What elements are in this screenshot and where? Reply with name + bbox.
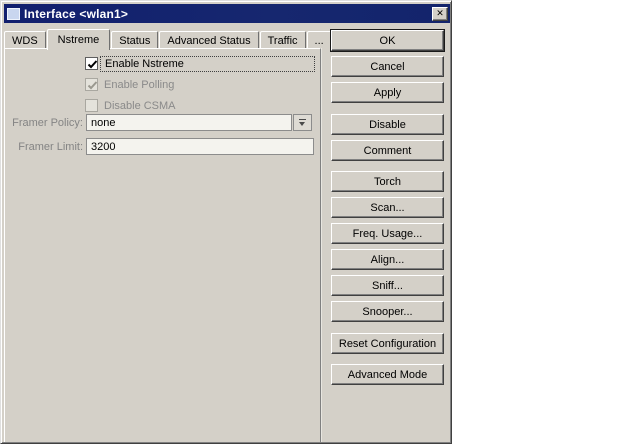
disable-button[interactable]: Disable xyxy=(331,114,444,135)
tab-label: Nstreme xyxy=(57,34,100,46)
torch-button[interactable]: Torch xyxy=(331,171,444,192)
enable-nstreme-checkbox[interactable] xyxy=(85,57,98,70)
sniff-button[interactable]: Sniff... xyxy=(331,275,444,296)
tab-nstreme[interactable]: Nstreme xyxy=(46,29,111,50)
cancel-button[interactable]: Cancel xyxy=(331,56,444,77)
framer-policy-dropdown[interactable]: none xyxy=(86,114,292,131)
tab-label: ... xyxy=(314,34,324,47)
tab-label: Advanced Status xyxy=(167,34,251,47)
close-button[interactable]: ✕ xyxy=(432,6,448,21)
checkmark-icon xyxy=(87,60,98,69)
tab-status[interactable]: Status xyxy=(111,31,159,49)
checkmark-icon xyxy=(87,81,98,90)
reset-configuration-button[interactable]: Reset Configuration xyxy=(331,333,444,354)
interface-dialog-window: Interface <wlan1> ✕ WDS Nstreme Status A… xyxy=(0,0,452,444)
snooper-button[interactable]: Snooper... xyxy=(331,301,444,322)
tab-traffic[interactable]: Traffic xyxy=(259,31,306,49)
enable-polling-label: Enable Polling xyxy=(104,78,175,91)
tab-more[interactable]: ... xyxy=(306,31,332,49)
tab-label: Traffic xyxy=(267,34,298,47)
window-icon xyxy=(7,7,20,20)
advanced-mode-button[interactable]: Advanced Mode xyxy=(331,364,444,385)
framer-limit-label: Framer Limit: xyxy=(18,141,83,153)
framer-policy-dropdown-button[interactable] xyxy=(293,114,312,131)
chevron-down-icon xyxy=(299,119,306,126)
action-button-column: OK Cancel Apply Disable Comment Torch Sc… xyxy=(331,30,444,385)
freq-usage-button[interactable]: Freq. Usage... xyxy=(331,223,444,244)
framer-policy-value: none xyxy=(91,116,116,129)
enable-polling-row: Enable Polling xyxy=(85,77,178,92)
disable-csma-row: Disable CSMA xyxy=(85,98,180,113)
nstreme-tab-page: Enable Nstreme Enable Polling Disable CS… xyxy=(4,48,321,442)
framer-policy-label: Framer Policy: xyxy=(12,117,83,129)
tab-wds[interactable]: WDS xyxy=(4,31,46,49)
tab-label: Status xyxy=(119,34,151,47)
ok-button[interactable]: OK xyxy=(331,30,444,51)
align-button[interactable]: Align... xyxy=(331,249,444,270)
scan-button[interactable]: Scan... xyxy=(331,197,444,218)
window-title: Interface <wlan1> xyxy=(24,6,129,21)
titlebar[interactable]: Interface <wlan1> ✕ xyxy=(4,4,450,23)
framer-limit-input[interactable]: 3200 xyxy=(86,138,314,155)
enable-nstreme-row: Enable Nstreme xyxy=(85,55,315,72)
tab-bar: WDS Nstreme Status Advanced Status Traff… xyxy=(4,28,332,50)
enable-polling-checkbox xyxy=(85,78,98,91)
close-icon: ✕ xyxy=(436,8,444,18)
disable-csma-label: Disable CSMA xyxy=(104,99,176,112)
tab-label: WDS xyxy=(12,34,38,47)
framer-limit-value: 3200 xyxy=(91,140,116,153)
enable-nstreme-label[interactable]: Enable Nstreme xyxy=(100,55,315,72)
desktop-background: Interface <wlan1> ✕ WDS Nstreme Status A… xyxy=(0,0,640,444)
tab-advanced-status[interactable]: Advanced Status xyxy=(159,31,259,49)
disable-csma-checkbox xyxy=(85,99,98,112)
apply-button[interactable]: Apply xyxy=(331,82,444,103)
comment-button[interactable]: Comment xyxy=(331,140,444,161)
